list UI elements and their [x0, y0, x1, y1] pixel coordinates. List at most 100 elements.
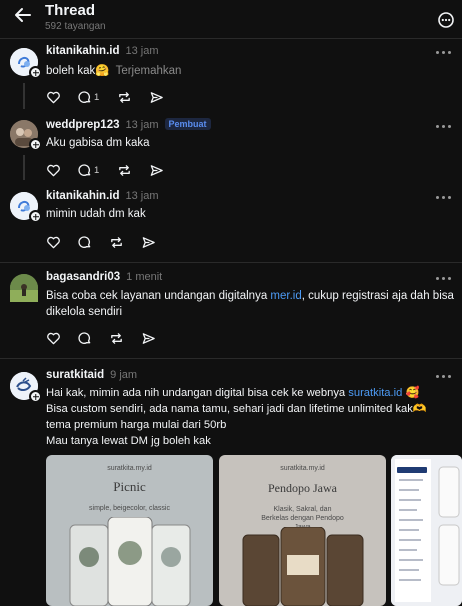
username[interactable]: kitanikahin.id 13 jam	[46, 190, 159, 202]
repost-button[interactable]	[109, 234, 124, 250]
heart-icon	[47, 91, 60, 103]
repost-button[interactable]	[109, 330, 124, 346]
media-image[interactable]: suratkita.my.id Pendopo Jawa Klasik, Sak…	[219, 455, 386, 606]
media-theme-name: Picnic	[113, 479, 146, 494]
post-link[interactable]: mer.id	[270, 290, 301, 302]
reply-button[interactable]: 1	[77, 162, 99, 178]
back-arrow-icon[interactable]	[12, 4, 34, 26]
repost-icon	[119, 91, 130, 103]
divider	[0, 358, 462, 359]
thread-line	[23, 155, 25, 180]
timestamp: 13 jam	[125, 119, 159, 131]
media-tags: simple, beigecolor, classic	[89, 505, 170, 512]
share-button[interactable]	[149, 89, 164, 105]
username[interactable]: kitanikahin.id 13 jam	[46, 45, 159, 57]
send-icon	[150, 164, 163, 176]
media-image[interactable]: suratkita.my.id Picnic simple, beigecolo…	[46, 455, 213, 606]
post-text: Hai kak, mimin ada nih undangan digital …	[46, 385, 460, 449]
page-title: Thread	[45, 2, 96, 19]
username[interactable]: weddprep123 13 jam Pembuat	[46, 118, 211, 131]
comment-icon	[78, 235, 91, 248]
username[interactable]: bagasandri03 1 menit	[46, 271, 162, 283]
reply-button[interactable]	[77, 330, 92, 346]
reply-button[interactable]	[77, 234, 92, 250]
avatar[interactable]	[10, 274, 38, 302]
share-button[interactable]	[149, 162, 164, 178]
username-text[interactable]: kitanikahin.id	[46, 45, 120, 57]
phone-mockup-icon	[69, 517, 191, 606]
username[interactable]: suratkitaid 9 jam	[46, 369, 137, 381]
post-body: Hai kak, mimin ada nih undangan digital …	[46, 387, 349, 399]
post-more-icon[interactable]	[436, 125, 452, 131]
emoji: 🥰	[405, 387, 420, 399]
divider	[0, 262, 462, 263]
follow-plus-icon[interactable]	[29, 138, 42, 151]
view-count: 592 tayangan	[45, 21, 106, 32]
post-body: boleh kak🤗	[46, 65, 110, 77]
comment-icon	[78, 90, 91, 103]
send-icon	[142, 332, 155, 344]
post-text: mimin udah dm kak	[46, 208, 146, 220]
repost-icon	[111, 236, 122, 248]
reply-count: 1	[94, 91, 100, 103]
repost-button[interactable]	[117, 89, 132, 105]
share-button[interactable]	[141, 330, 156, 346]
timestamp: 13 jam	[125, 190, 159, 202]
comment-icon	[78, 163, 91, 176]
post-more-icon[interactable]	[436, 375, 452, 381]
more-options-icon[interactable]	[436, 10, 456, 30]
divider	[0, 38, 462, 39]
reply-count: 1	[94, 164, 100, 176]
post-more-icon[interactable]	[436, 277, 452, 283]
share-button[interactable]	[141, 234, 156, 250]
author-badge: Pembuat	[164, 118, 211, 130]
timestamp: 1 menit	[126, 271, 163, 283]
heart-icon	[47, 164, 60, 176]
username-text[interactable]: weddprep123	[46, 119, 120, 131]
media-theme-name: Pendopo Jawa	[268, 481, 337, 495]
follow-plus-icon[interactable]	[29, 210, 42, 223]
post-link[interactable]: suratkita.id	[348, 387, 402, 399]
post-body: , cukup registrasi aja dah bisa	[301, 290, 454, 302]
media-site: suratkita.my.id	[107, 465, 152, 472]
avatar[interactable]	[10, 48, 42, 79]
reply-button[interactable]: 1	[77, 89, 99, 105]
username-text[interactable]: bagasandri03	[46, 271, 120, 283]
like-button[interactable]	[46, 234, 61, 250]
repost-icon	[119, 164, 130, 176]
post-body: Bisa custom sendiri, ada nama tamu, seha…	[46, 403, 427, 415]
follow-plus-icon[interactable]	[29, 390, 42, 403]
post-more-icon[interactable]	[436, 196, 452, 202]
post-body: Bisa coba cek layanan undangan digitalny…	[46, 290, 271, 302]
thread-line	[23, 83, 25, 109]
heart-icon	[47, 236, 60, 248]
username-text[interactable]: kitanikahin.id	[46, 190, 120, 202]
comment-icon	[78, 331, 91, 344]
avatar[interactable]	[10, 120, 42, 151]
post-text: Bisa coba cek layanan undangan digitalny…	[46, 288, 456, 320]
follow-plus-icon[interactable]	[29, 66, 42, 79]
post-body: Mau tanya lewat DM jg boleh kak	[46, 435, 211, 447]
like-button[interactable]	[46, 330, 61, 346]
timestamp: 9 jam	[110, 369, 138, 381]
post-more-icon[interactable]	[436, 51, 452, 57]
post-text: Aku gabisa dm kaka	[46, 137, 150, 149]
avatar[interactable]	[10, 192, 42, 223]
repost-button[interactable]	[117, 162, 132, 178]
like-button[interactable]	[46, 162, 61, 178]
like-button[interactable]	[46, 89, 61, 105]
send-icon	[150, 91, 163, 103]
repost-icon	[111, 332, 122, 344]
profile-photo-icon	[10, 274, 38, 302]
username-text[interactable]: suratkitaid	[46, 369, 104, 381]
media-image[interactable]	[391, 455, 462, 606]
translate-link[interactable]: Terjemahkan	[116, 65, 182, 77]
send-icon	[142, 236, 155, 248]
post-text: boleh kak🤗 Terjemahkan	[46, 63, 181, 79]
timestamp: 13 jam	[125, 45, 159, 57]
heart-icon	[47, 332, 60, 344]
post-body: tema premium harga mulai dari 50rb	[46, 419, 227, 431]
avatar[interactable]	[10, 372, 42, 403]
app-screenshot-icon	[391, 455, 462, 606]
header: Thread 592 tayangan	[0, 0, 462, 38]
